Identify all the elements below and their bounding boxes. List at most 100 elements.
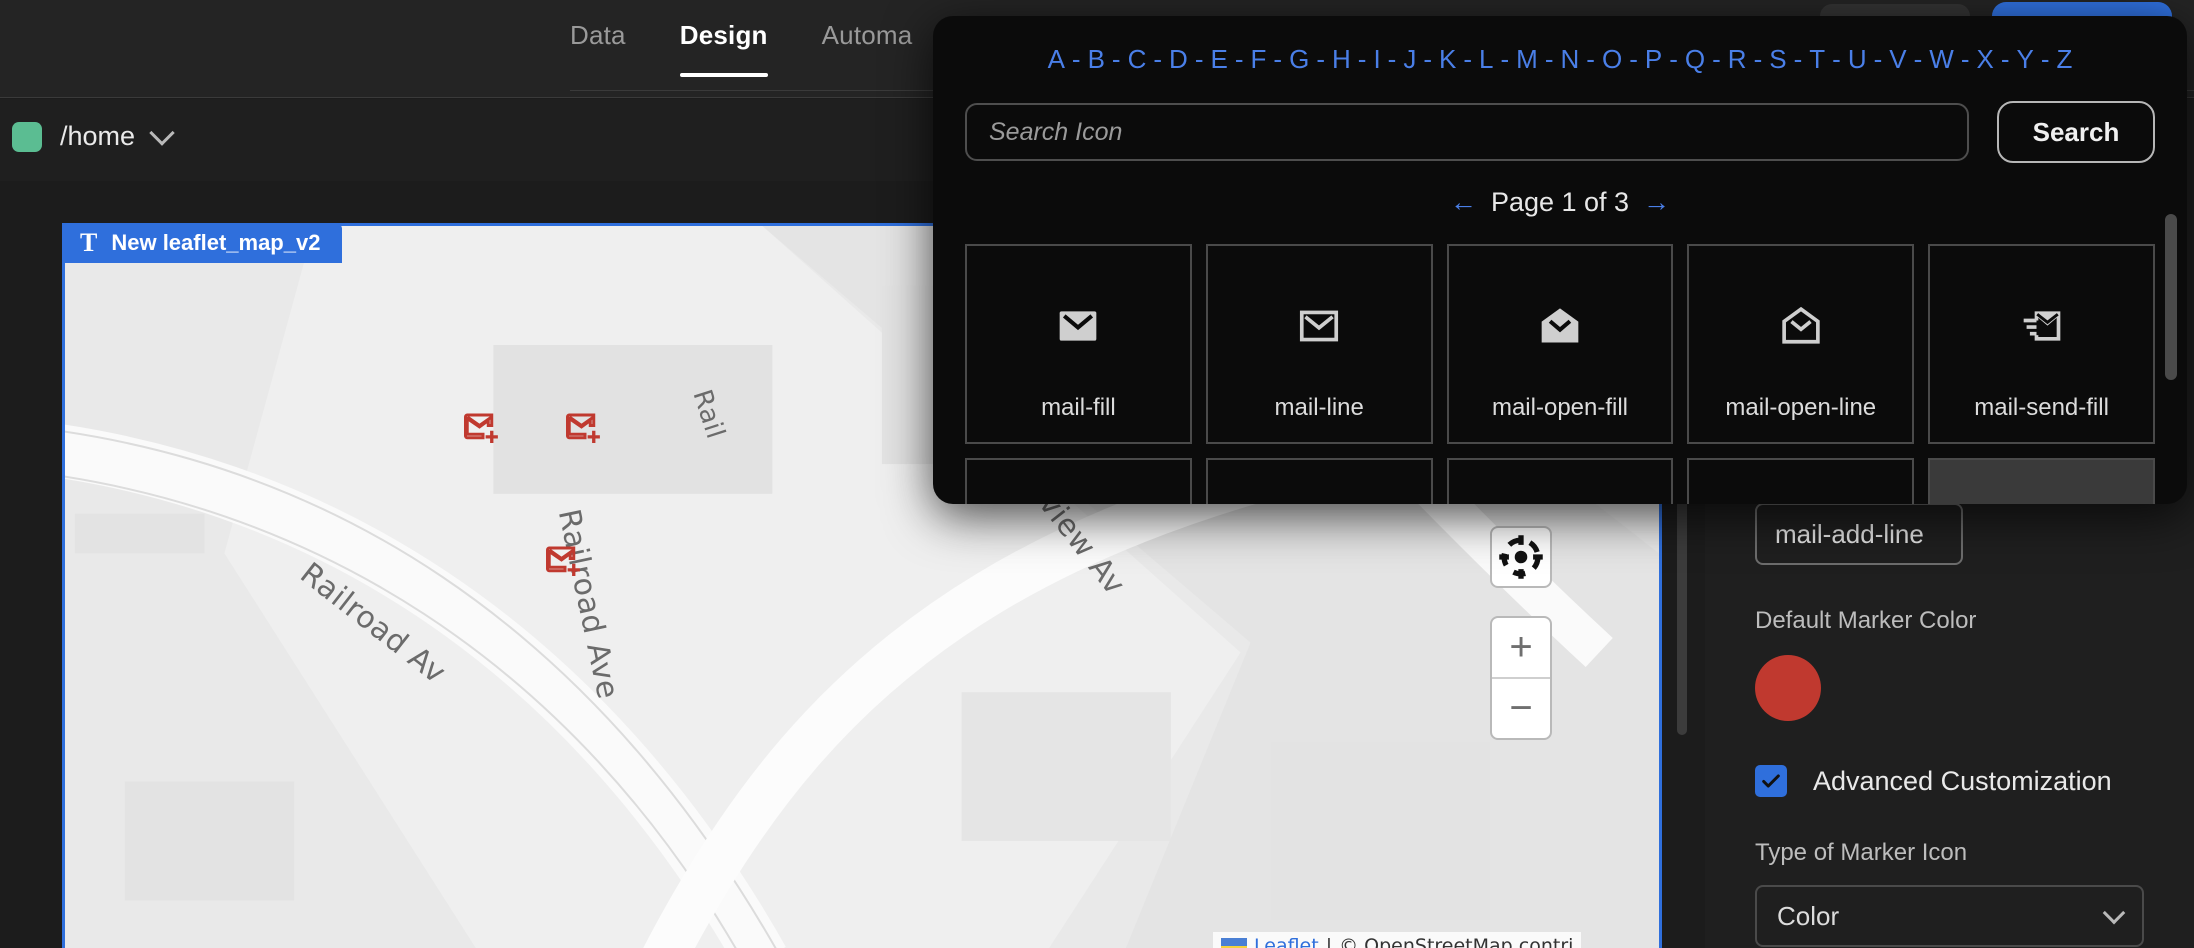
alphabet-separator: - xyxy=(1960,44,1970,74)
icon-card-hovered[interactable] xyxy=(1928,458,2155,504)
icon-name-field[interactable]: mail-add-line xyxy=(1755,503,1963,565)
alphabet-link-h[interactable]: H xyxy=(1325,44,1358,75)
alphabet-link-c[interactable]: C xyxy=(1121,44,1154,75)
icon-label: mail-open-fill xyxy=(1491,394,1629,421)
alphabet-separator: - xyxy=(1913,44,1923,74)
alphabet-link-r[interactable]: R xyxy=(1721,44,1754,75)
alphabet-link-g[interactable]: G xyxy=(1282,44,1316,75)
alphabet-separator: - xyxy=(1194,44,1204,74)
icon-card[interactable] xyxy=(965,458,1192,504)
alphabet-separator: - xyxy=(1500,44,1510,74)
zoom-out-button[interactable]: − xyxy=(1492,679,1550,738)
widget-title-label: New leaflet_map_v2 xyxy=(111,230,321,255)
zoom-in-button[interactable]: + xyxy=(1492,618,1550,679)
icon-card-mail-open-line[interactable]: mail-open-line xyxy=(1687,244,1915,444)
alphabet-link-q[interactable]: Q xyxy=(1678,44,1712,75)
modal-scrollbar[interactable] xyxy=(2165,214,2177,380)
map-marker[interactable] xyxy=(562,408,608,450)
alphabet-separator: - xyxy=(1071,44,1081,74)
mail-line-icon xyxy=(1300,310,1339,342)
alphabet-link-u[interactable]: U xyxy=(1841,44,1874,75)
alphabet-link-s[interactable]: S xyxy=(1762,44,1793,75)
alphabet-link-a[interactable]: A xyxy=(1041,44,1072,75)
map-attribution: Leaflet | © OpenStreetMap contri xyxy=(1213,932,1582,948)
icon-card-mail-send-fill[interactable]: mail-send-fill xyxy=(1928,244,2155,444)
icon-card[interactable] xyxy=(1687,458,1915,504)
alphabet-separator: - xyxy=(1712,44,1721,74)
tab-automations[interactable]: Automa xyxy=(822,20,913,77)
alphabet-link-x[interactable]: X xyxy=(1970,44,2001,75)
alphabet-link-z[interactable]: Z xyxy=(2050,44,2080,75)
alphabet-link-v[interactable]: V xyxy=(1882,44,1913,75)
chevron-down-icon xyxy=(2102,901,2126,924)
alphabet-link-e[interactable]: E xyxy=(1204,44,1235,75)
icon-card-mail-line[interactable]: mail-line xyxy=(1205,244,1433,444)
map-marker[interactable] xyxy=(460,408,506,450)
prev-page-button[interactable]: ← xyxy=(1450,187,1477,218)
locate-button[interactable] xyxy=(1490,526,1552,588)
advanced-customization-checkbox[interactable] xyxy=(1755,765,1787,797)
icon-card-mail-open-fill[interactable]: mail-open-fill xyxy=(1446,244,1674,444)
alphabet-separator: - xyxy=(2000,44,2010,74)
alphabet-link-w[interactable]: W xyxy=(1922,44,1961,75)
leaflet-link[interactable]: Leaflet xyxy=(1254,935,1319,948)
alphabet-link-t[interactable]: T xyxy=(1802,44,1832,75)
alphabet-link-i[interactable]: I xyxy=(1366,44,1387,75)
mail-add-line-icon xyxy=(546,546,580,576)
icon-card[interactable] xyxy=(1446,458,1674,504)
alphabet-link-m[interactable]: M xyxy=(1509,44,1545,75)
alphabet-link-j[interactable]: J xyxy=(1396,44,1423,75)
advanced-customization-label: Advanced Customization xyxy=(1813,765,2112,796)
alphabet-separator: - xyxy=(1423,44,1433,74)
mail-open-line-icon xyxy=(1782,306,1820,344)
alphabet-separator: - xyxy=(1586,44,1595,74)
map-marker[interactable] xyxy=(542,541,588,583)
alphabet-separator: - xyxy=(1273,44,1283,74)
advanced-customization-row[interactable]: Advanced Customization xyxy=(1755,765,2144,797)
marker-icon-type-value: Color xyxy=(1777,900,1840,931)
alphabet-nav: A-B-C-D-E-F-G-H-I-J-K-L-M-N-O-P-Q-R-S-T-… xyxy=(933,16,2187,75)
widget-title-tab[interactable]: T New leaflet_map_v2 xyxy=(62,223,343,263)
icon-label: mail-fill xyxy=(1041,394,1116,421)
alphabet-link-l[interactable]: L xyxy=(1472,44,1500,75)
tab-design[interactable]: Design xyxy=(679,20,768,77)
mail-add-line-icon xyxy=(566,413,600,443)
alphabet-separator: - xyxy=(1234,44,1244,74)
alphabet-separator: - xyxy=(1544,44,1554,74)
alphabet-separator: - xyxy=(1669,44,1678,74)
icon-label: mail-open-line xyxy=(1725,394,1877,421)
icon-label: mail-line xyxy=(1274,394,1364,421)
marker-icon-type-label: Type of Marker Icon xyxy=(1755,839,1968,866)
default-marker-color-swatch[interactable] xyxy=(1755,655,1821,721)
text-widget-icon: T xyxy=(80,228,98,257)
zoom-controls[interactable]: + − xyxy=(1490,616,1552,740)
attribution-separator: | xyxy=(1325,935,1333,948)
alphabet-link-b[interactable]: B xyxy=(1081,44,1112,75)
leaflet-flag-icon xyxy=(1221,938,1247,948)
icon-picker-modal[interactable]: A-B-C-D-E-F-G-H-I-J-K-L-M-N-O-P-Q-R-S-T-… xyxy=(933,16,2187,504)
next-page-button[interactable]: → xyxy=(1643,187,1670,218)
alphabet-separator: - xyxy=(2040,44,2050,74)
search-button[interactable]: Search xyxy=(1997,101,2155,163)
marker-icon-type-select[interactable]: Color xyxy=(1755,885,2144,947)
icon-card[interactable] xyxy=(1205,458,1433,504)
alphabet-link-p[interactable]: P xyxy=(1638,44,1669,75)
search-input[interactable] xyxy=(965,103,1969,161)
alphabet-separator: - xyxy=(1316,44,1325,74)
icon-card-mail-fill[interactable]: mail-fill xyxy=(965,244,1192,444)
default-marker-color-label: Default Marker Color xyxy=(1755,607,1977,634)
alphabet-link-d[interactable]: D xyxy=(1162,44,1195,75)
breadcrumb[interactable]: /home xyxy=(12,120,175,152)
check-icon xyxy=(1762,774,1780,788)
attribution-text: © OpenStreetMap contri xyxy=(1339,935,1574,948)
alphabet-link-o[interactable]: O xyxy=(1595,44,1629,75)
tab-data[interactable]: Data xyxy=(570,20,626,77)
alphabet-separator: - xyxy=(1832,44,1841,74)
chevron-down-icon[interactable] xyxy=(149,120,175,146)
alphabet-link-n[interactable]: N xyxy=(1554,44,1587,75)
icon-search-row: Search xyxy=(933,75,2187,163)
alphabet-link-k[interactable]: K xyxy=(1432,44,1463,75)
alphabet-link-f[interactable]: F xyxy=(1244,44,1274,75)
alphabet-separator: - xyxy=(1111,44,1121,74)
alphabet-link-y[interactable]: Y xyxy=(2010,44,2041,75)
